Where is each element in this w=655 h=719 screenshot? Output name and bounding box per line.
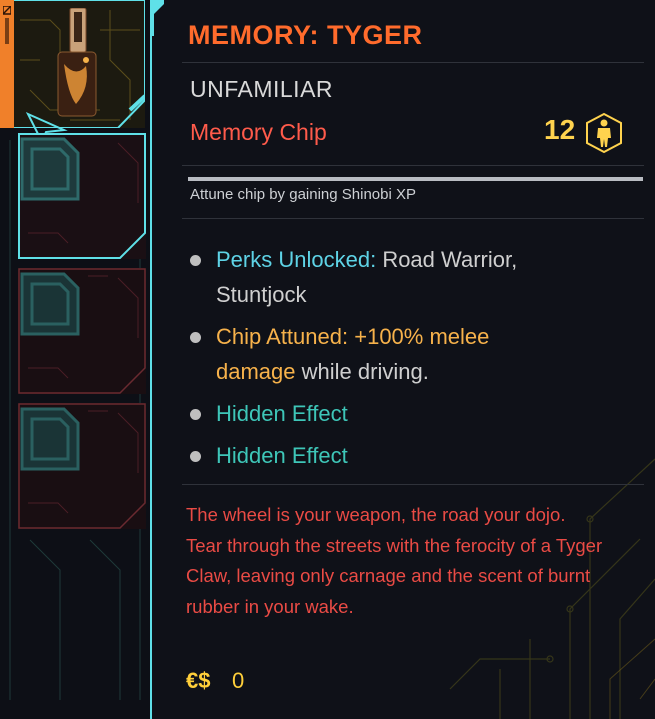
divider: [182, 165, 644, 166]
memory-chip-item-icon: [57, 8, 97, 117]
effects-list: Perks Unlocked: Road Warrior, Stuntjock …: [190, 242, 630, 480]
divider: [182, 62, 644, 63]
chip-slot-2[interactable]: [18, 268, 146, 394]
chip-slot-1-selected[interactable]: [18, 133, 146, 259]
bullet-dot: [190, 409, 201, 420]
chip-slot-icon: [20, 272, 80, 336]
item-tooltip-panel: MEMORY: TYGER UNFAMILIAR Memory Chip 12 …: [150, 0, 655, 719]
rarity-label: UNFAMILIAR: [190, 76, 334, 102]
hidden-effect-label: Hidden Effect: [216, 401, 348, 426]
bullet-dot: [190, 451, 201, 462]
eddies-currency-icon: €$: [186, 668, 211, 693]
perks-value: Road Warrior,: [382, 247, 518, 272]
bullet-dot: [190, 332, 201, 343]
attuned-value-cont: damage: [216, 359, 296, 384]
humanoid-hex-icon: [586, 112, 622, 154]
equipped-icon: [3, 6, 11, 44]
effect-hidden-2: Hidden Effect: [190, 438, 630, 473]
divider: [182, 484, 644, 485]
attune-hint: Attune chip by gaining Shinobi XP: [190, 186, 416, 203]
panel-corner-accent: [150, 0, 164, 36]
effect-chip-attuned: Chip Attuned: +100% melee damage while d…: [190, 319, 630, 389]
slot-equipped[interactable]: [0, 0, 145, 128]
effect-hidden-1: Hidden Effect: [190, 396, 630, 431]
attuned-condition: while driving.: [301, 359, 429, 384]
chip-slot-icon: [20, 407, 80, 471]
effect-perks-unlocked: Perks Unlocked: Road Warrior, Stuntjock: [190, 242, 630, 312]
perks-label: Perks Unlocked:: [216, 247, 377, 272]
chip-slot-icon: [20, 137, 80, 201]
equipped-indicator-tab: [0, 0, 14, 128]
attuned-label: Chip Attuned:: [216, 324, 349, 349]
item-type-label: Memory Chip: [190, 119, 327, 145]
divider: [182, 218, 644, 219]
attune-progress-bar: [188, 177, 643, 181]
item-price: 0: [232, 668, 245, 693]
item-title: MEMORY: TYGER: [188, 20, 423, 50]
chip-slot-3[interactable]: [18, 403, 146, 529]
bullet-dot: [190, 255, 201, 266]
hidden-effect-label: Hidden Effect: [216, 443, 348, 468]
required-level: 12: [544, 114, 576, 145]
lore-description: The wheel is your weapon, the road your …: [186, 504, 603, 617]
perks-value-cont: Stuntjock: [216, 282, 307, 307]
chip-slot-column: [0, 0, 150, 719]
attuned-value: +100% melee: [354, 324, 490, 349]
